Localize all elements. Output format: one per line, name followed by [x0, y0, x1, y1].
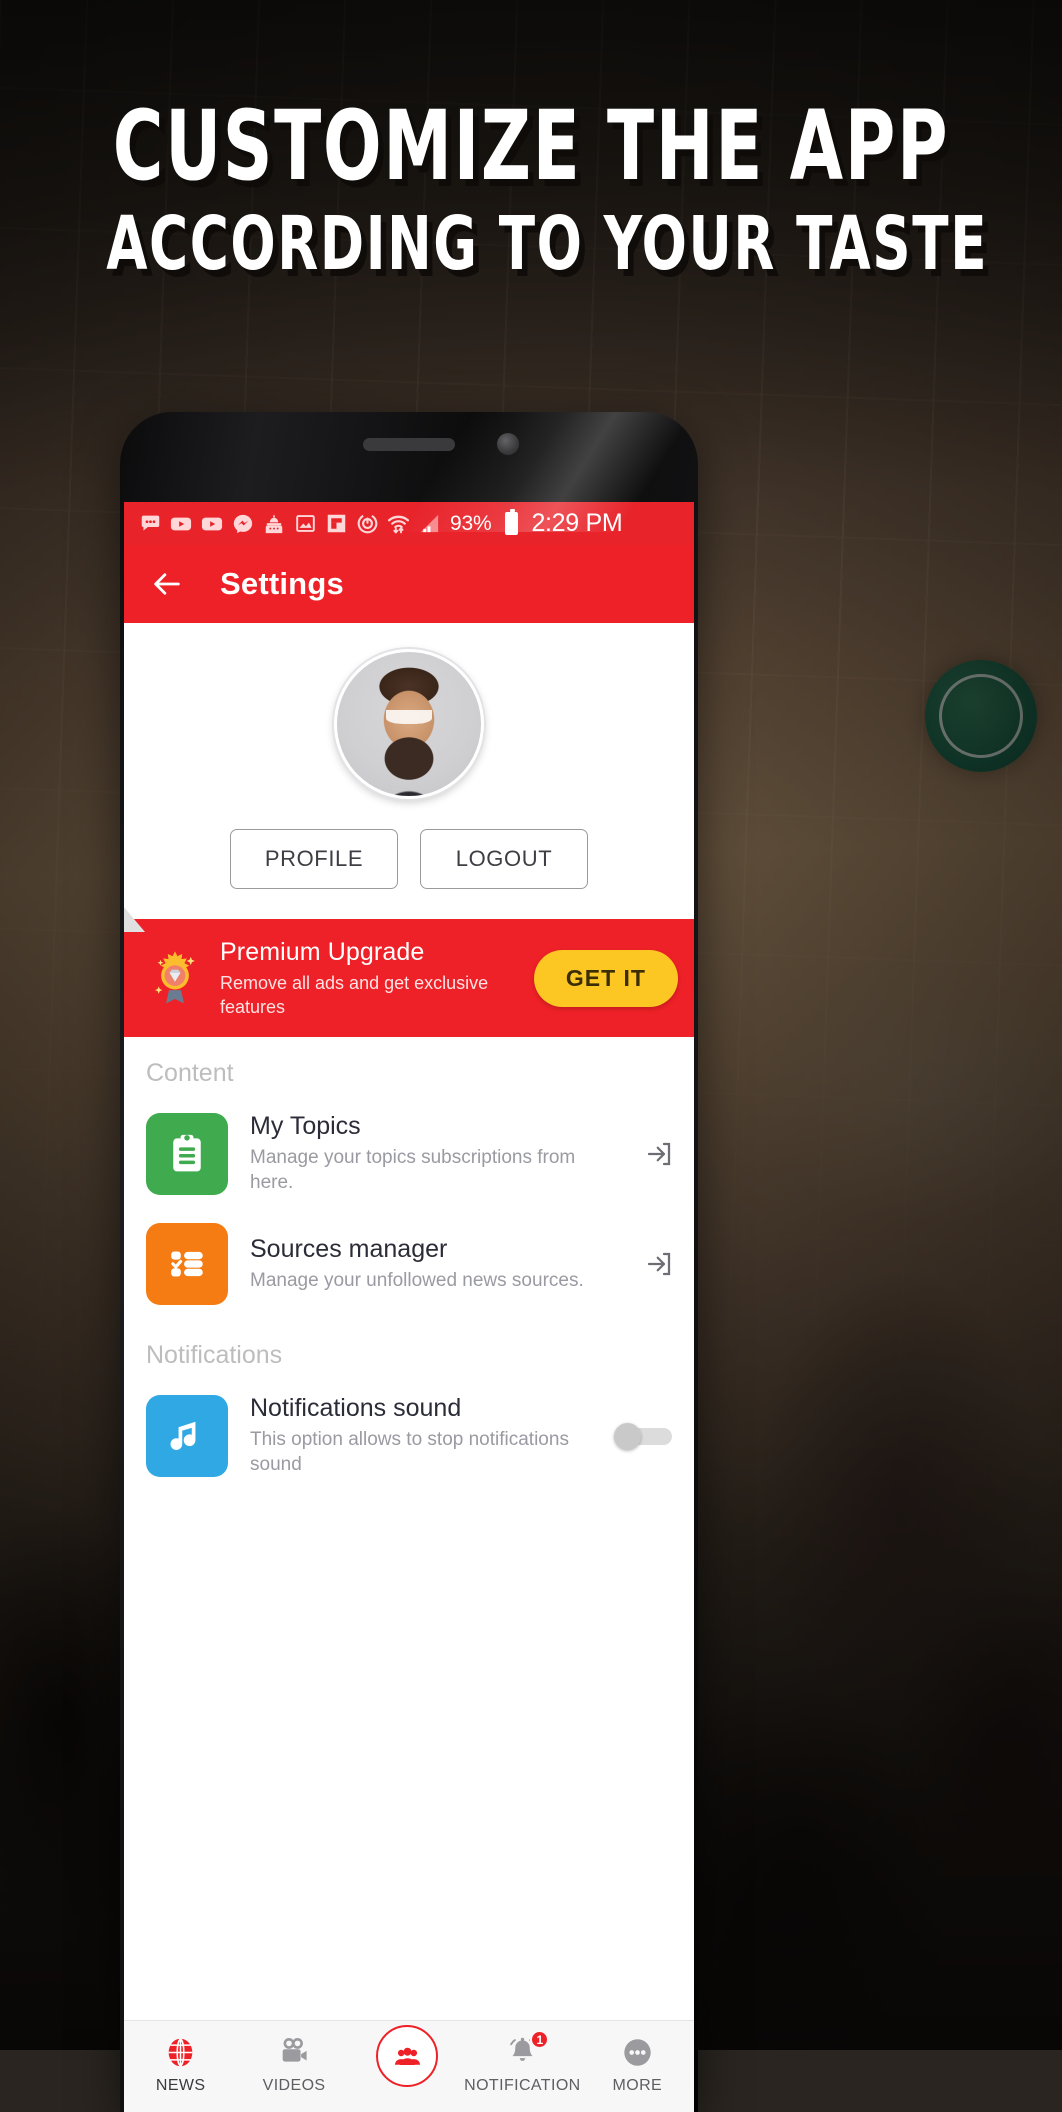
open-external-icon[interactable] — [644, 1249, 674, 1279]
setting-subtitle: Manage your unfollowed news sources. — [250, 1270, 584, 1291]
wifi-transfer-icon — [386, 512, 410, 536]
cellular-signal-icon — [417, 512, 441, 536]
power-timer-icon — [355, 512, 379, 536]
premium-subtitle: Remove all ads and get exclusive feature… — [220, 972, 489, 1017]
nav-label-videos: VIDEOS — [262, 2077, 326, 2094]
setting-row-sources-manager[interactable]: Sources manager Manage your unfollowed n… — [124, 1209, 694, 1319]
photo-icon — [293, 512, 317, 536]
setting-text-block: Sources manager Manage your unfollowed n… — [250, 1235, 622, 1293]
page-title: Settings — [220, 566, 344, 601]
promo-headline-line1: CUSTOMIZE THE APP — [112, 90, 950, 202]
status-bar: 93% 2:29 PM — [124, 502, 694, 545]
section-header-content: Content — [146, 1059, 234, 1087]
settings-list: Content My Topics Manage your topics sub… — [124, 1037, 694, 1491]
setting-subtitle: Manage your topics subscriptions from he… — [250, 1147, 576, 1193]
phone-speaker-grille — [363, 438, 455, 451]
toggle-knob — [614, 1422, 641, 1450]
people-group-icon[interactable] — [376, 2025, 439, 2087]
phone-mockup: 93% 2:29 PM Settings PROFILE LOGOUT Prem… — [120, 412, 698, 2112]
nav-item-videos[interactable]: VIDEOS — [237, 2033, 350, 2095]
logout-button[interactable]: LOGOUT — [420, 829, 588, 889]
profile-section: PROFILE LOGOUT — [124, 623, 694, 919]
youtube-icon — [200, 512, 224, 536]
notifications-sound-toggle[interactable] — [614, 1422, 674, 1450]
setting-subtitle: This option allows to stop notifications… — [250, 1429, 569, 1475]
setting-text-block: Notifications sound This option allows t… — [250, 1394, 592, 1477]
app-bar: Settings — [124, 545, 694, 623]
premium-text-block: Premium Upgrade Remove all ads and get e… — [220, 938, 518, 1019]
setting-text-block: My Topics Manage your topics subscriptio… — [250, 1112, 622, 1195]
get-it-button[interactable]: GET IT — [533, 949, 678, 1007]
nav-item-notification[interactable]: 1 NOTIFICATION — [464, 2030, 581, 2095]
nav-label-more: MORE — [612, 2077, 663, 2094]
setting-row-my-topics[interactable]: My Topics Manage your topics subscriptio… — [124, 1098, 694, 1209]
nav-label-notification: NOTIFICATION — [464, 2077, 581, 2094]
nav-item-community[interactable] — [351, 2025, 464, 2093]
battery-percentage: 93% — [450, 511, 492, 535]
notification-badge: 1 — [530, 2030, 550, 2049]
flipboard-icon — [324, 512, 348, 536]
profile-button[interactable]: PROFILE — [230, 829, 398, 889]
status-bar-time: 2:29 PM — [531, 509, 623, 537]
nav-item-more[interactable]: MORE — [581, 2033, 694, 2095]
bottom-navigation: NEWS VIDEOS 1 NOTIFICATION MORE — [124, 2020, 694, 2112]
youtube-icon — [169, 512, 193, 536]
open-external-icon[interactable] — [644, 1139, 674, 1169]
profile-actions: PROFILE LOGOUT — [230, 829, 588, 889]
messenger-icon — [231, 512, 255, 536]
temple-icon — [262, 512, 286, 536]
globe-icon — [162, 2033, 200, 2071]
setting-title: Sources manager — [250, 1235, 448, 1263]
battery-full-icon — [505, 509, 519, 535]
premium-title: Premium Upgrade — [220, 937, 425, 966]
premium-upgrade-banner[interactable]: Premium Upgrade Remove all ads and get e… — [124, 919, 694, 1037]
music-note-icon — [146, 1394, 228, 1477]
section-header-notifications: Notifications — [146, 1341, 283, 1369]
clipboard-icon — [146, 1112, 228, 1195]
nav-item-news[interactable]: NEWS — [124, 2033, 237, 2095]
back-arrow-icon[interactable] — [150, 567, 184, 601]
phone-front-camera — [497, 433, 519, 455]
phone-screen: 93% 2:29 PM Settings PROFILE LOGOUT Prem… — [124, 502, 694, 2112]
setting-title: My Topics — [250, 1112, 361, 1140]
more-dots-icon — [618, 2033, 656, 2071]
video-camera-icon — [275, 2033, 313, 2071]
messages-dots-icon — [138, 512, 162, 536]
avatar[interactable] — [334, 649, 484, 799]
premium-diamond-badge-icon — [155, 951, 195, 1004]
promo-headline-line2: ACCORDING TO YOUR TASTE — [106, 201, 989, 287]
checklist-icon — [146, 1223, 228, 1305]
promo-headline: CUSTOMIZE THE APP ACCORDING TO YOUR TAST… — [0, 96, 1062, 292]
setting-row-notifications-sound[interactable]: Notifications sound This option allows t… — [124, 1380, 694, 1491]
nav-label-news: NEWS — [155, 2077, 206, 2094]
setting-title: Notifications sound — [250, 1394, 462, 1422]
